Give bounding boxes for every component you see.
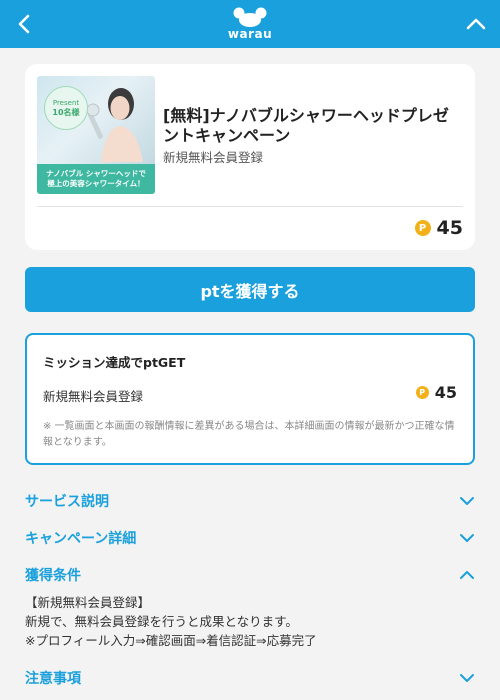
scroll-top-button[interactable] [452,0,500,48]
banner-line2: 極上の美容シャワータイム！ [47,179,145,188]
mission-points-value: 45 [434,383,457,402]
banner-line1: ナノバブル シャワーヘッドで [46,169,146,178]
mission-note: ※ 一覧画面と本画面の報酬情報に差異がある場合は、本詳細画面の情報が最新かつ正確… [43,421,455,448]
offer-points-value: 45 [436,217,463,239]
offer-subtitle: 新規無料会員登録 [163,150,264,165]
mission-title: ミッション達成でptGET [43,355,186,370]
accordion-label: サービス説明 [25,494,109,510]
chevron-up-icon [460,571,474,579]
chevron-up-icon [466,18,486,30]
conditions-line3: ※プロフィール入力⇒確認画面⇒着信認証⇒応募完了 [25,633,317,648]
offer-title: [無料]ナノバブルシャワーヘッドプレゼントキャンペーン [163,106,449,145]
get-points-button[interactable]: ptを獲得する [25,267,475,312]
chevron-down-icon [460,674,474,682]
conditions-content: 【新規無料会員登録】 新規で、無料会員登録を行うと成果となります。 ※プロフィー… [25,593,475,650]
accordion-campaign-details[interactable]: キャンペーン詳細 [25,526,475,550]
chevron-down-icon [460,497,474,505]
accordion-label: 獲得条件 [25,568,81,584]
accordion-service-description[interactable]: サービス説明 [25,489,475,513]
accordion-notes[interactable]: 注意事項 [25,666,475,690]
chevron-down-icon [460,534,474,542]
badge-line1: Present [52,98,80,107]
offer-points: P 45 [414,216,463,240]
offer-thumbnail: Present 10名様 ナノバブル シャワーヘッドで 極上の美容シャワータイム… [37,76,155,194]
present-badge: Present 10名様 [44,86,88,130]
point-coin-icon: P [414,220,431,236]
mission-points: P 45 [415,383,457,402]
conditions-line1: 【新規無料会員登録】 [25,595,151,610]
warau-logo[interactable]: warau [220,7,280,43]
mission-box: ミッション達成でptGET 新規無料会員登録 P 45 ※ 一覧画面と本画面の報… [25,333,475,465]
accordion-label: 注意事項 [25,671,81,687]
back-button[interactable] [0,0,48,48]
card-divider [37,206,463,207]
accordion-acquisition-conditions[interactable]: 獲得条件 [25,563,475,587]
model-figure-icon [87,88,143,162]
app-header: warau [0,0,500,48]
offer-card[interactable]: Present 10名様 ナノバブル シャワーヘッドで 極上の美容シャワータイム… [25,64,475,250]
logo-text: warau [227,27,273,41]
mission-item-label: 新規無料会員登録 [43,389,144,404]
badge-line2: 10名様 [52,107,80,117]
chevron-left-icon [18,14,30,34]
point-coin-icon: P [415,386,429,399]
thumbnail-banner: ナノバブル シャワーヘッドで 極上の美容シャワータイム！ [37,164,155,194]
accordion-label: キャンペーン詳細 [25,531,137,547]
conditions-line2: 新規で、無料会員登録を行うと成果となります。 [25,614,298,629]
logo-mark-icon [233,7,267,27]
